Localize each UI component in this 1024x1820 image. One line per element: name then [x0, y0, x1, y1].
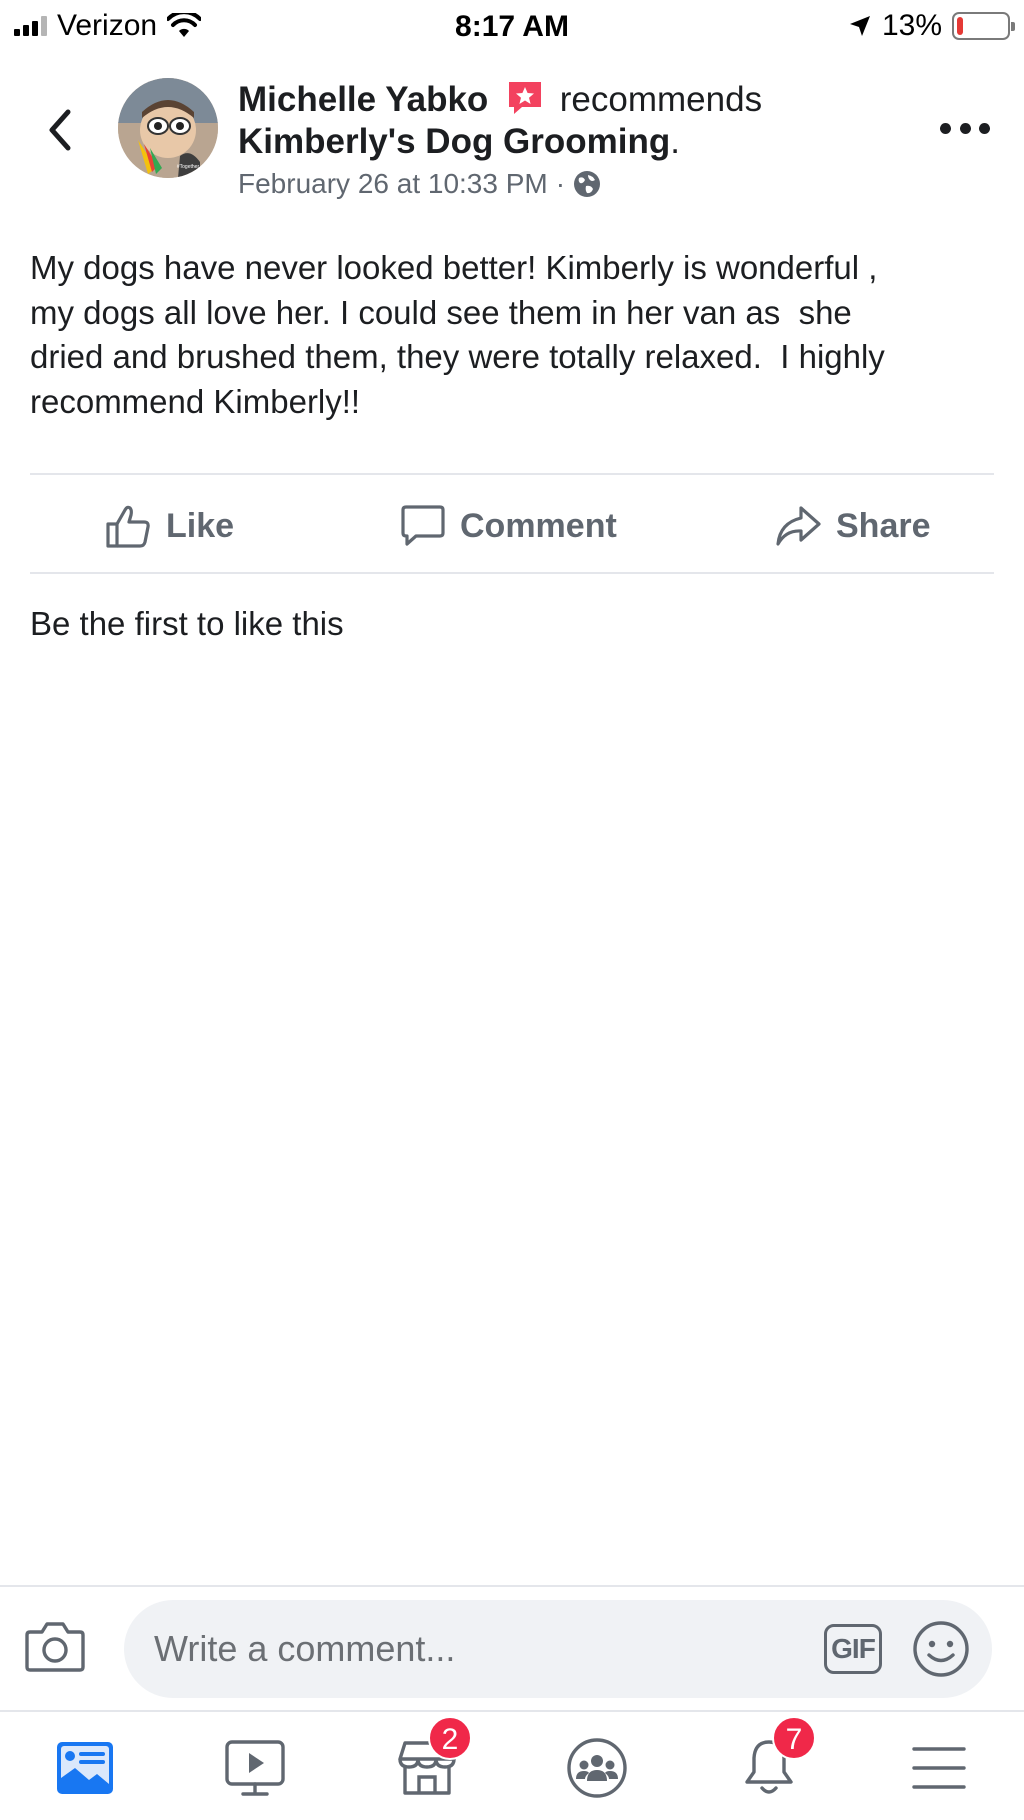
svg-text:#Together: #Together: [177, 164, 200, 170]
back-button[interactable]: [40, 102, 80, 158]
comment-label: Comment: [460, 506, 617, 545]
post-actions: Like Comment Share: [30, 478, 994, 574]
page-line: Kimberly's Dog Grooming.: [238, 120, 680, 164]
share-button[interactable]: Share: [774, 478, 931, 574]
tab-notifications[interactable]: 7: [724, 1716, 816, 1806]
comment-bubble-icon: [401, 505, 445, 546]
meta-separator: ·: [555, 168, 566, 199]
author-name[interactable]: Michelle Yabko: [238, 80, 488, 119]
page-name-link[interactable]: Kimberly's Dog Grooming: [238, 122, 670, 161]
page-name-suffix: .: [670, 122, 680, 161]
status-right: 13%: [848, 9, 1015, 42]
watch-video-icon: [225, 1740, 285, 1796]
thumbs-up-icon: [106, 505, 150, 548]
camera-button[interactable]: [24, 1618, 86, 1674]
tab-watch[interactable]: [210, 1730, 300, 1806]
tab-bar-divider: [0, 1710, 1024, 1712]
location-arrow-icon: [849, 16, 870, 36]
post-meta: February 26 at 10:33 PM ·: [238, 166, 601, 202]
more-dot: [979, 122, 990, 134]
divider-top: [30, 473, 994, 475]
tab-marketplace[interactable]: 2: [382, 1716, 472, 1806]
composer-divider: [0, 1585, 1024, 1587]
post-timestamp[interactable]: February 26 at 10:33 PM: [238, 166, 548, 202]
avatar-image: #Together: [118, 78, 218, 178]
comment-input[interactable]: [154, 1600, 794, 1698]
emoji-icon: [913, 1621, 969, 1677]
news-feed-icon: [57, 1742, 113, 1794]
share-label: Share: [836, 506, 931, 545]
recommendation-star-icon: [509, 82, 542, 114]
battery-percentage: 13%: [881, 9, 942, 42]
marketplace-badge: 2: [428, 1716, 472, 1760]
gif-label: GIF: [831, 1633, 876, 1664]
likes-summary[interactable]: Be the first to like this: [30, 602, 344, 646]
author-avatar[interactable]: #Together: [118, 78, 218, 178]
more-options-button[interactable]: [940, 110, 990, 146]
recommends-text: recommends: [559, 80, 763, 119]
menu-icon: [912, 1747, 966, 1789]
post-text: My dogs have never looked better! Kimber…: [30, 249, 885, 420]
share-arrow-icon: [776, 506, 821, 546]
camera-icon: [25, 1622, 85, 1672]
more-dot: [959, 122, 971, 134]
author-line: Michelle Yabko recommends: [238, 78, 762, 122]
globe-icon: [574, 171, 601, 197]
status-bar: Verizon 8:17 AM 13%: [0, 0, 1024, 52]
chevron-left-icon: [49, 109, 71, 151]
tab-news-feed[interactable]: [40, 1730, 130, 1806]
notifications-badge: 7: [772, 1716, 816, 1760]
more-dot: [940, 122, 951, 134]
battery-icon: [952, 12, 1015, 40]
groups-icon: [567, 1738, 627, 1798]
divider-bottom: [30, 572, 994, 574]
battery-level: [957, 17, 963, 35]
tab-menu[interactable]: [894, 1730, 984, 1806]
comment-button[interactable]: Comment: [400, 478, 617, 574]
like-button[interactable]: Like: [104, 478, 234, 574]
gif-button[interactable]: GIF: [824, 1624, 882, 1674]
tab-groups[interactable]: [552, 1730, 642, 1806]
like-label: Like: [166, 506, 235, 545]
comment-composer: GIF: [124, 1600, 992, 1698]
emoji-button[interactable]: [912, 1620, 970, 1678]
